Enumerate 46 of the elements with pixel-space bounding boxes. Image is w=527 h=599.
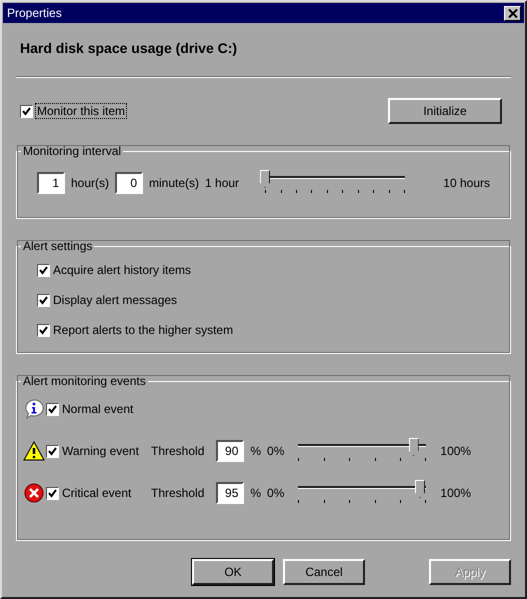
dialog-heading: Hard disk space usage (drive C:) — [20, 40, 238, 56]
unit-label: hour(s) — [71, 176, 110, 190]
threshold-field[interactable]: 90 — [216, 440, 244, 462]
close-icon — [508, 8, 518, 18]
window-title: Properties — [7, 6, 62, 20]
slider-max-label: 100% — [440, 444, 472, 458]
group-title: Monitoring interval — [22, 144, 122, 158]
group-title: Alert monitoring events — [22, 374, 147, 388]
initialize-button[interactable]: Initialize — [388, 98, 502, 124]
threshold-label: Threshold — [151, 486, 204, 500]
warning-icon — [23, 441, 45, 461]
unit-label: % — [250, 486, 262, 500]
checkbox[interactable] — [46, 402, 59, 416]
checkbox[interactable] — [20, 104, 33, 118]
group-title: Alert settings — [22, 239, 94, 253]
checkbox-label: Report alerts to the higher system — [53, 323, 234, 337]
info-icon — [23, 399, 45, 419]
checkbox[interactable] — [37, 324, 50, 336]
slider-max-label: 100% — [440, 486, 472, 500]
unit-label: minute(s) — [149, 176, 200, 190]
threshold-field[interactable]: 95 — [216, 482, 244, 504]
minutes-field[interactable]: 0 — [115, 172, 144, 194]
checkbox-label: Acquire alert history items — [53, 263, 192, 277]
error-icon — [23, 483, 45, 503]
unit-label: % — [250, 444, 262, 458]
checkbox[interactable] — [46, 444, 59, 458]
checkbox-label: Normal event — [62, 402, 134, 416]
slider-max-label: 10 hours — [443, 176, 490, 190]
checkbox-label: Critical event — [62, 486, 132, 500]
checkbox[interactable] — [37, 264, 50, 276]
checkbox-label: Display alert messages — [53, 293, 178, 307]
slider-thumb[interactable] — [408, 438, 419, 456]
checkbox-label: Monitor this item — [36, 104, 126, 118]
dialog-button[interactable]: Cancel — [283, 559, 365, 585]
dialog-button[interactable]: OK — [192, 559, 274, 585]
slider-thumb[interactable] — [260, 170, 270, 188]
hours-field[interactable]: 1 — [37, 172, 65, 194]
slider-min-label: 0% — [267, 486, 284, 500]
close-button[interactable] — [504, 6, 521, 20]
checkbox-label: Warning event — [62, 444, 139, 458]
slider-min-label: 1 hour — [205, 176, 240, 190]
slider-min-label: 0% — [267, 444, 284, 458]
checkbox[interactable] — [37, 294, 50, 306]
checkbox[interactable] — [46, 486, 59, 500]
threshold-label: Threshold — [151, 444, 204, 458]
slider-thumb[interactable] — [414, 480, 425, 498]
